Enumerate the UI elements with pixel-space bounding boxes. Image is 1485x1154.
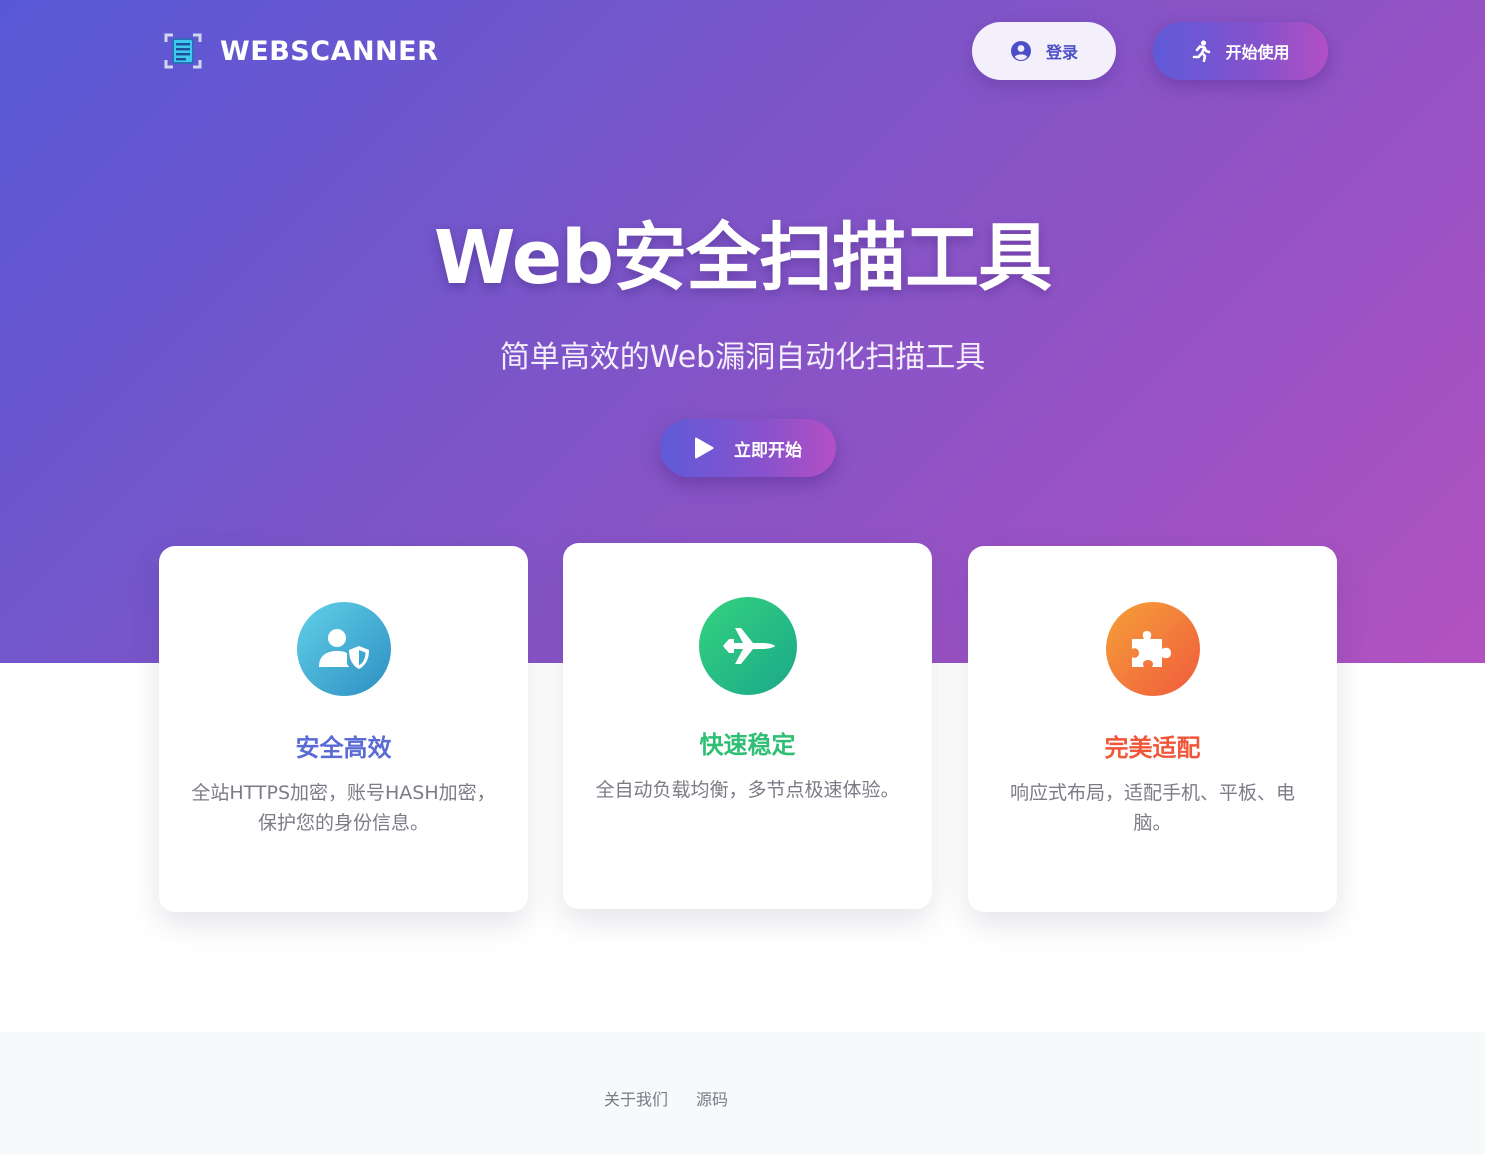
feature-title: 快速稳定 [699, 731, 796, 759]
puzzle-piece-icon [1131, 631, 1171, 667]
feature-icon-circle [1105, 602, 1200, 696]
feature-card-security: 安全高效 全站HTTPS加密，账号HASH加密，保护您的身份信息。 [159, 546, 528, 912]
feature-description: 响应式布局，适配手机、平板、电脑。 [1009, 782, 1295, 834]
document-scan-icon [164, 33, 202, 69]
cta-label: 立即开始 [734, 440, 802, 461]
footer-link-source[interactable]: 源码 [696, 1086, 728, 1110]
feature-title: 安全高效 [295, 734, 392, 762]
feature-description: 全自动负载均衡，多节点极速体验。 [595, 779, 900, 801]
user-shield-icon [318, 629, 369, 669]
footer-link-about[interactable]: 关于我们 [604, 1086, 668, 1110]
hero-subtitle: 简单高效的Web漏洞自动化扫描工具 [499, 340, 986, 375]
user-circle-icon [1010, 41, 1031, 61]
feature-card-responsive: 完美适配 响应式布局，适配手机、平板、电脑。 [968, 546, 1337, 912]
fighter-jet-icon [722, 628, 775, 664]
start-label: 开始使用 [1225, 43, 1290, 62]
login-button[interactable]: 登录 [972, 22, 1116, 80]
feature-icon-circle [296, 602, 391, 696]
get-started-button[interactable]: 立即开始 [660, 419, 836, 477]
start-button[interactable]: 开始使用 [1153, 22, 1328, 80]
feature-title: 完美适配 [1104, 734, 1201, 762]
running-icon [1193, 40, 1211, 62]
feature-card-speed: 快速稳定 全自动负载均衡，多节点极速体验。 [563, 543, 932, 909]
logo[interactable]: WEBSCANNER [164, 31, 438, 71]
footer-links: 关于我们 源码 [604, 1086, 756, 1110]
login-label: 登录 [1045, 43, 1078, 62]
feature-description: 全站HTTPS加密，账号HASH加密，保护您的身份信息。 [191, 782, 496, 834]
play-icon [695, 437, 714, 459]
brand-name: WEBSCANNER [220, 35, 439, 67]
hero-title: Web安全扫描工具 [433, 215, 1052, 301]
feature-icon-circle [698, 597, 797, 695]
